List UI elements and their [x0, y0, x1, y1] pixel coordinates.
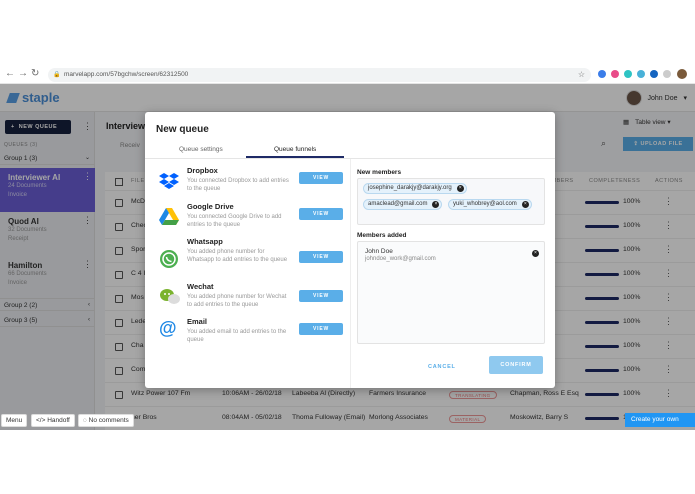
- extension-icon[interactable]: [611, 70, 619, 78]
- view-dropbox-button[interactable]: VIEW: [299, 172, 343, 184]
- extension-icon[interactable]: [650, 70, 658, 78]
- view-wechat-button[interactable]: VIEW: [299, 290, 343, 302]
- address-bar[interactable]: 🔒 marvelapp.com/57bgchw/screen/62312500 …: [48, 68, 591, 82]
- profile-avatar[interactable]: [677, 69, 687, 79]
- handoff-button[interactable]: </> Handoff: [31, 414, 75, 427]
- bookmark-star-icon[interactable]: ☆: [578, 68, 585, 82]
- members-added-label: Members added: [357, 232, 407, 239]
- funnel-whatsapp: Whatsapp You added phone number for What…: [157, 237, 347, 273]
- view-whatsapp-button[interactable]: VIEW: [299, 251, 343, 263]
- member-chip: yuki_whobrey@aol.com ×: [448, 199, 532, 210]
- funnel-description: You added email to add entries to the qu…: [187, 329, 287, 343]
- remove-chip-icon[interactable]: ×: [456, 185, 464, 192]
- funnel-google-drive: Google Drive You connected Google Drive …: [157, 202, 347, 238]
- wechat-icon: [160, 289, 180, 304]
- view-email-button[interactable]: VIEW: [299, 323, 343, 335]
- extension-icon[interactable]: [637, 70, 645, 78]
- google-drive-icon: [159, 208, 179, 225]
- funnel-name: Google Drive: [187, 202, 234, 211]
- remove-chip-icon[interactable]: ×: [432, 201, 440, 208]
- funnel-description: You connected Google Drive to add entrie…: [187, 214, 282, 228]
- extension-icon[interactable]: [624, 70, 632, 78]
- email-icon: @: [159, 318, 177, 338]
- funnel-description: You connected Dropbox to add entries to …: [187, 178, 289, 192]
- prototype-toolbar: Menu </> Handoff ◌ No comments Create yo…: [0, 412, 695, 428]
- remove-member-icon[interactable]: ×: [532, 250, 539, 257]
- funnel-name: Email: [187, 317, 208, 326]
- new-members-label: New members: [357, 169, 402, 176]
- funnel-dropbox: Dropbox You connected Dropbox to add ent…: [157, 166, 347, 202]
- member-chip: amaclead@gmail.com ×: [363, 199, 443, 210]
- lock-icon: 🔒: [53, 72, 61, 78]
- whatsapp-icon: [160, 250, 178, 268]
- remove-chip-icon[interactable]: ×: [521, 201, 529, 208]
- back-icon[interactable]: ←: [5, 68, 15, 79]
- view-google-drive-button[interactable]: VIEW: [299, 208, 343, 220]
- dropbox-icon: [159, 173, 179, 189]
- member-chip: josephine_darakjy@darakjy.org ×: [363, 183, 467, 194]
- funnel-name: Dropbox: [187, 166, 218, 175]
- divider: [350, 159, 351, 388]
- new-members-input[interactable]: josephine_darakjy@darakjy.org × amaclead@…: [357, 178, 545, 225]
- tab-queue-settings[interactable]: Queue settings: [179, 146, 223, 153]
- funnel-name: Wechat: [187, 282, 214, 291]
- cancel-button[interactable]: CANCEL: [428, 364, 456, 370]
- funnel-wechat: Wechat You added phone number for Wechat…: [157, 282, 347, 318]
- new-queue-modal: New queue Queue settings Queue funnels D…: [145, 112, 555, 388]
- modal-title: New queue: [156, 124, 209, 135]
- menu-button[interactable]: Menu: [1, 414, 28, 427]
- page: ← → ↻ 🔒 marvelapp.com/57bgchw/screen/623…: [0, 0, 695, 494]
- comments-button[interactable]: ◌ No comments: [78, 414, 134, 427]
- create-your-own-button[interactable]: Create your own: [625, 413, 695, 427]
- url-text: marvelapp.com/57bgchw/screen/62312500: [64, 71, 189, 78]
- funnel-email: @ Email You added email to add entries t…: [157, 317, 347, 353]
- browser-toolbar: ← → ↻ 🔒 marvelapp.com/57bgchw/screen/623…: [0, 66, 695, 84]
- funnel-description: You added phone number for Wechat to add…: [187, 294, 287, 308]
- funnel-name: Whatsapp: [187, 237, 223, 246]
- confirm-button[interactable]: CONFIRM: [489, 356, 543, 374]
- members-added-list: John Doe johndoe_work@gmail.com ×: [357, 241, 545, 344]
- extension-icon[interactable]: [663, 70, 671, 78]
- forward-icon[interactable]: →: [18, 68, 28, 79]
- extension-icon[interactable]: [598, 70, 606, 78]
- funnel-description: You added phone number for Whatsapp to a…: [187, 249, 288, 263]
- reload-icon[interactable]: ↻: [31, 68, 39, 79]
- tab-queue-funnels[interactable]: Queue funnels: [274, 146, 316, 153]
